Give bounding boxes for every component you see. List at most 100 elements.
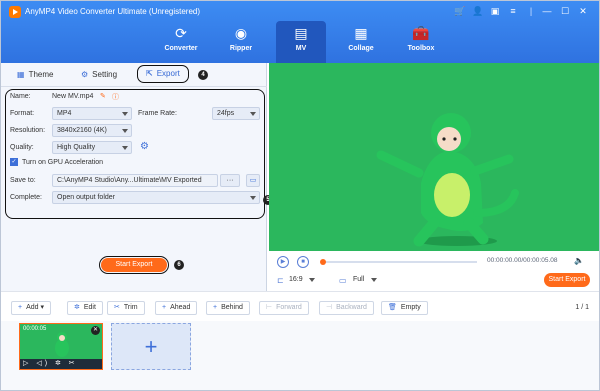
tab-ripper[interactable]: ◉ Ripper — [216, 21, 266, 63]
tab-toolbox[interactable]: 🧰 Toolbox — [396, 21, 446, 63]
tab-converter[interactable]: ⟳ Converter — [156, 21, 206, 63]
menu-icon[interactable]: ≡ — [508, 6, 518, 16]
complete-label: Complete: — [10, 194, 42, 201]
sub-tabs: ▦ Theme ⚙ Setting ⇱ Export 4 — [1, 63, 267, 87]
disc-icon: ◉ — [234, 25, 248, 41]
progress-handle[interactable] — [320, 259, 326, 265]
forward-label: Forward — [276, 304, 302, 311]
chevron-down-icon — [122, 129, 128, 133]
tab-label: Ripper — [229, 45, 253, 52]
subtab-label: Theme — [28, 70, 54, 79]
minimize-icon[interactable]: — — [542, 6, 552, 16]
clip-controls[interactable]: ▷ ◁) ✲ ✂ — [20, 359, 102, 369]
forward-icon: ⊢ — [266, 304, 273, 311]
chevron-down-icon — [309, 278, 315, 282]
open-folder-icon[interactable]: ▭ — [246, 174, 260, 187]
annotation-badge: 4 — [198, 70, 208, 80]
subtab-theme[interactable]: ▦ Theme — [17, 68, 53, 82]
format-value: MP4 — [57, 110, 72, 117]
quality-label: Quality: — [10, 144, 34, 151]
resolution-value: 3840x2160 (4K) — [57, 127, 107, 134]
name-label: Name: — [10, 93, 31, 100]
framerate-select[interactable]: 24fps — [212, 107, 260, 120]
subtab-label: Setting — [92, 70, 118, 79]
clip-strip: 00:00:05 ✕ ▷ ◁) ✲ ✂ + — [1, 321, 599, 390]
info-icon[interactable]: ⓘ — [112, 92, 119, 102]
plus-icon: + — [162, 304, 167, 311]
close-icon[interactable]: ✕ — [578, 6, 588, 16]
trim-button[interactable]: ✂ Trim — [107, 301, 145, 315]
forward-button[interactable]: ⊢ Forward — [259, 301, 309, 315]
ahead-label: Ahead — [170, 304, 191, 311]
complete-select[interactable]: Open output folder — [52, 191, 260, 204]
quality-select[interactable]: High Quality — [52, 141, 132, 154]
gpu-checkbox[interactable]: ✓ — [10, 158, 18, 166]
gear-icon: ⚙ — [81, 70, 89, 79]
converter-icon: ⟳ — [175, 25, 187, 41]
app-logo-icon — [9, 6, 21, 18]
time-display: 00:00:00.00/00:00:05.08 — [487, 257, 558, 264]
chevron-down-icon — [250, 112, 256, 116]
saveto-field[interactable]: C:\AnyMP4 Studio\Any...Ultimate\MV Expor… — [52, 174, 218, 187]
saveto-value: C:\AnyMP4 Studio\Any...Ultimate\MV Expor… — [57, 177, 202, 184]
theme-icon: ▦ — [17, 70, 25, 79]
chevron-down-icon — [250, 196, 256, 200]
start-export-button[interactable]: Start Export — [99, 256, 169, 274]
play-icon[interactable]: ▶ — [277, 256, 289, 268]
start-export-button-player[interactable]: Start Export — [544, 273, 590, 287]
plus-icon: + — [213, 304, 218, 311]
maximize-icon[interactable]: ☐ — [560, 6, 570, 16]
stop-icon[interactable]: ■ — [297, 256, 309, 268]
user-icon[interactable]: 👤 — [472, 6, 483, 16]
add-button[interactable]: + Add ▾ — [11, 301, 52, 315]
add-clip-button[interactable]: + — [111, 323, 191, 370]
export-settings-box: Name: New MV.mp4 ✎ ⓘ Format: MP4 Frame R… — [5, 89, 265, 219]
cart-icon[interactable]: 🛒 — [454, 6, 465, 16]
title-bar: AnyMP4 Video Converter Ultimate (Unregis… — [1, 1, 599, 63]
aspect-ratio-select[interactable]: 16:9 — [289, 276, 303, 283]
format-label: Format: — [10, 110, 35, 117]
export-icon: ⇱ — [146, 69, 153, 78]
subtab-export[interactable]: ⇱ Export — [137, 65, 189, 83]
edit-pencil-icon[interactable]: ✎ — [100, 92, 106, 100]
app-title: AnyMP4 Video Converter Ultimate (Unregis… — [25, 7, 201, 16]
behind-label: Behind — [221, 304, 243, 311]
backward-button[interactable]: ⊣ Backward — [319, 301, 374, 315]
progress-bar[interactable] — [320, 259, 477, 265]
empty-button[interactable]: 🗑 Empty — [381, 301, 428, 315]
tab-collage[interactable]: ▦ Collage — [336, 21, 386, 63]
resolution-select[interactable]: 3840x2160 (4K) — [52, 124, 132, 137]
browse-button[interactable]: ··· — [220, 174, 240, 187]
size-select[interactable]: Full — [353, 276, 364, 283]
timeline-toolbar: + Add ▾ ✲ Edit ✂ Trim + Ahead + Behind ⊢ Forwa… — [1, 291, 599, 321]
behind-button[interactable]: + Behind — [206, 301, 250, 315]
toolbox-icon: 🧰 — [412, 25, 430, 41]
framerate-label: Frame Rate: — [138, 110, 177, 117]
clip-character-image — [55, 332, 69, 357]
tab-label: Converter — [164, 45, 198, 52]
edit-button[interactable]: ✲ Edit — [67, 301, 103, 315]
format-select[interactable]: MP4 — [52, 107, 132, 120]
backward-label: Backward — [336, 304, 367, 311]
quality-value: High Quality — [57, 144, 96, 151]
page-indicator: 1 / 1 — [575, 304, 589, 311]
subtab-setting[interactable]: ⚙ Setting — [81, 68, 117, 82]
volume-icon[interactable]: 🔈 — [574, 256, 584, 265]
add-label: Add — [26, 304, 39, 311]
app-window: AnyMP4 Video Converter Ultimate (Unregis… — [0, 0, 600, 391]
feedback-icon[interactable]: ▣ — [490, 6, 500, 16]
clip-thumbnail[interactable]: 00:00:05 ✕ ▷ ◁) ✲ ✂ — [19, 323, 103, 370]
backward-icon: ⊣ — [326, 304, 333, 311]
gear-icon[interactable]: ⚙ — [140, 141, 149, 152]
tab-label: MV — [295, 45, 307, 52]
edit-label: Edit — [83, 304, 96, 311]
tab-mv[interactable]: ▤ MV — [276, 21, 326, 63]
name-value: New MV.mp4 — [52, 93, 94, 100]
saveto-label: Save to: — [10, 177, 36, 184]
trim-label: Trim — [123, 304, 138, 311]
tab-label: Toolbox — [407, 45, 435, 52]
ahead-button[interactable]: + Ahead — [155, 301, 198, 315]
collage-icon: ▦ — [354, 25, 368, 41]
chevron-down-icon: ▾ — [40, 304, 45, 311]
tab-label: Collage — [348, 45, 374, 52]
